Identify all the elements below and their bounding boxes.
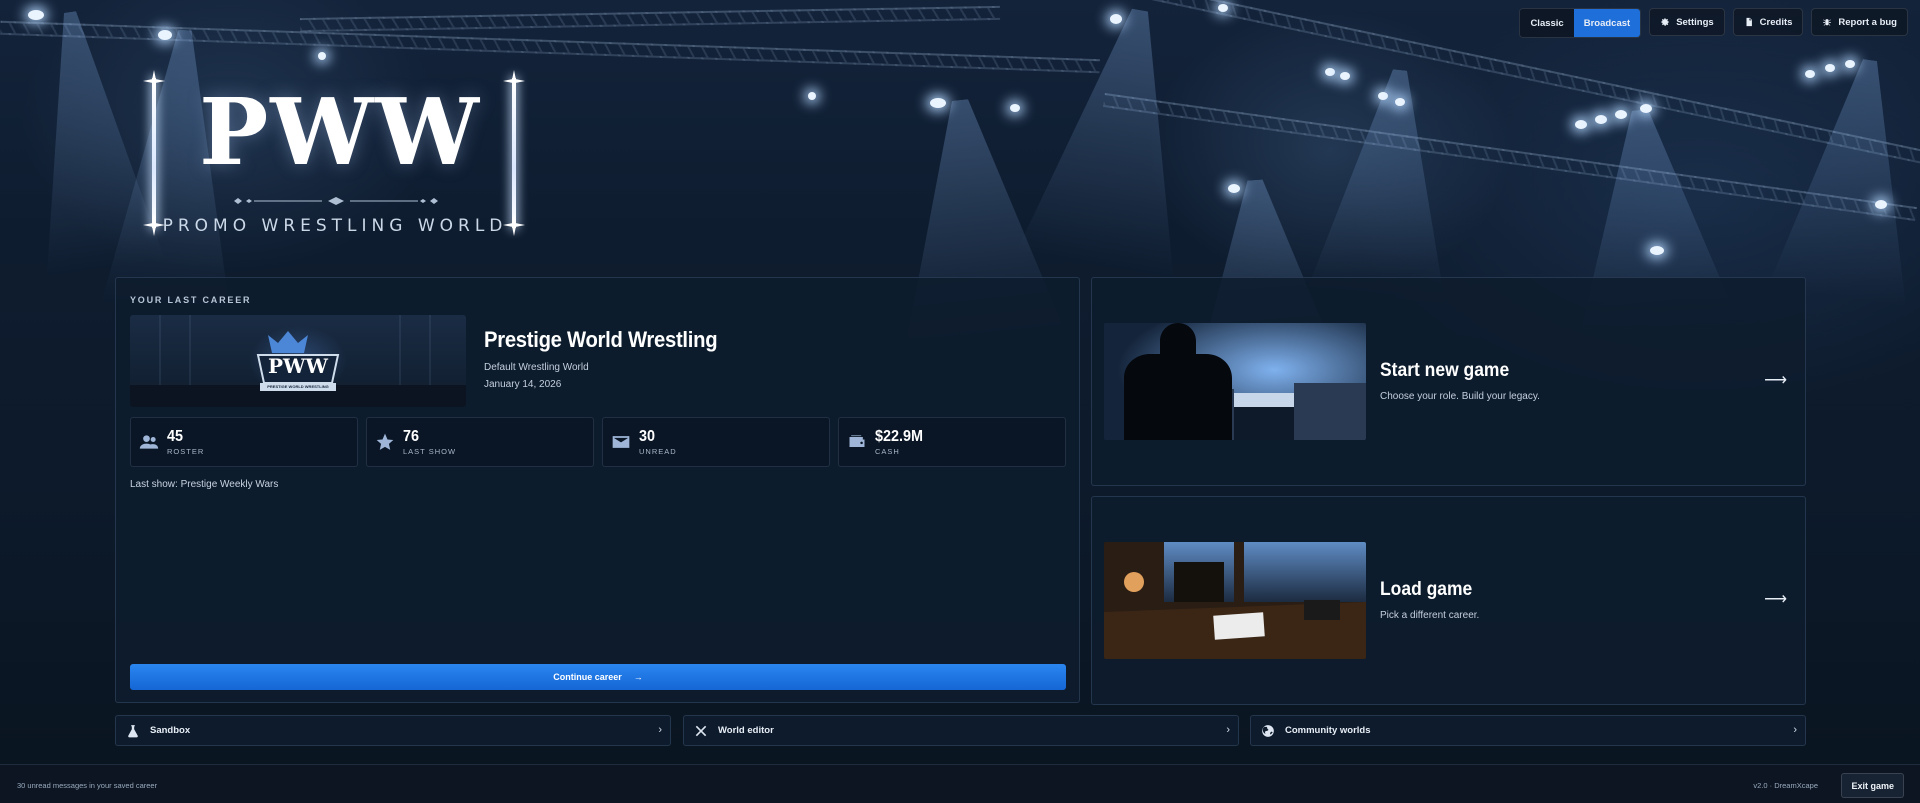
report-bug-label: Report a bug <box>1838 16 1897 28</box>
chevron-right-icon: › <box>1226 724 1230 736</box>
stat-value: 76 <box>403 427 420 445</box>
logo-pillar-right <box>512 78 516 228</box>
exit-game-button[interactable]: Exit game <box>1841 773 1904 798</box>
stat-unread: 30 UNREAD <box>602 417 830 467</box>
stat-value: 30 <box>639 427 656 445</box>
flask-icon <box>128 724 138 737</box>
start-new-game-title: Start new game <box>1380 360 1510 381</box>
career-date: January 14, 2026 <box>484 379 562 390</box>
sandbox-button[interactable]: Sandbox › <box>115 715 671 746</box>
sparkle-icon <box>503 70 525 92</box>
theme-broadcast-button[interactable]: Broadcast <box>1573 9 1641 37</box>
star-icon <box>376 433 394 450</box>
career-title: Prestige World Wrestling <box>484 327 718 352</box>
arrow-right-icon: → <box>633 672 643 682</box>
promotion-logo-mark: PWW <box>268 354 328 378</box>
mail-icon <box>612 436 630 448</box>
stat-label: UNREAD <box>639 447 677 457</box>
top-bar: Classic Broadcast Settings Credits Repor… <box>1519 8 1908 38</box>
sandbox-label: Sandbox <box>150 725 191 736</box>
settings-label: Settings <box>1676 16 1714 28</box>
community-worlds-label: Community worlds <box>1285 725 1371 736</box>
last-career-heading: YOUR LAST CAREER <box>130 295 252 305</box>
theme-classic-button[interactable]: Classic <box>1520 9 1574 37</box>
chevron-right-icon: › <box>658 724 662 736</box>
bug-icon <box>1823 19 1832 26</box>
stat-value: 45 <box>167 427 184 445</box>
load-game-image <box>1104 542 1366 659</box>
credits-button[interactable]: Credits <box>1732 8 1804 36</box>
stat-last-show: 76 LAST SHOW <box>366 417 594 467</box>
load-game-card[interactable]: Load game Pick a different career. ⟶ <box>1091 496 1806 705</box>
career-thumbnail: PWW PRESTIGE WORLD WRESTLING <box>130 315 466 407</box>
career-stats: 45 ROSTER 76 LAST SHOW 30 UNREAD $22.9M … <box>130 417 1066 467</box>
community-worlds-button[interactable]: Community worlds › <box>1250 715 1806 746</box>
sparkle-icon <box>143 70 165 92</box>
globe-icon <box>1262 724 1274 737</box>
stat-value: $22.9M <box>875 427 924 445</box>
load-game-description: Pick a different career. <box>1380 610 1480 621</box>
arrow-right-icon: ⟶ <box>1764 591 1787 608</box>
version-label: v2.0 · DreamXcape <box>1753 781 1818 790</box>
chevron-right-icon: › <box>1793 724 1797 736</box>
report-bug-button[interactable]: Report a bug <box>1811 8 1908 36</box>
footer: 30 unread messages in your saved career … <box>0 764 1920 803</box>
stat-roster: 45 ROSTER <box>130 417 358 467</box>
wallet-icon <box>849 435 865 447</box>
arrow-right-icon: ⟶ <box>1764 372 1787 389</box>
start-new-game-description: Choose your role. Build your legacy. <box>1380 391 1540 402</box>
start-new-game-image <box>1104 323 1366 440</box>
users-icon <box>139 435 159 449</box>
credits-label: Credits <box>1759 16 1793 28</box>
theme-toggle: Classic Broadcast <box>1519 8 1642 38</box>
career-world: Default Wrestling World <box>484 362 589 373</box>
continue-career-label: Continue career <box>553 672 622 682</box>
logo-mark: PWW <box>199 78 481 186</box>
settings-button[interactable]: Settings <box>1649 8 1725 36</box>
document-icon <box>1746 17 1752 27</box>
stat-label: CASH <box>875 447 900 457</box>
gear-icon <box>1661 18 1669 26</box>
tools-icon <box>695 725 707 736</box>
stat-cash: $22.9M CASH <box>838 417 1066 467</box>
world-editor-label: World editor <box>718 725 774 736</box>
game-logo: PWW PROMO WRESTLING WORLD <box>140 70 530 238</box>
load-game-title: Load game <box>1380 579 1473 600</box>
stat-label: ROSTER <box>167 447 205 457</box>
last-career-panel: YOUR LAST CAREER PWW PRESTIGE WORLD WRES… <box>115 277 1080 703</box>
logo-subtitle: PROMO WRESTLING WORLD <box>162 216 508 236</box>
world-editor-button[interactable]: World editor › <box>683 715 1239 746</box>
promotion-logo-banner: PRESTIGE WORLD WRESTLING <box>267 384 329 389</box>
logo-pillar-left <box>152 78 156 228</box>
logo-divider <box>234 197 438 205</box>
last-show-text: Last show: Prestige Weekly Wars <box>130 479 279 490</box>
stat-label: LAST SHOW <box>403 447 457 457</box>
footer-status: 30 unread messages in your saved career <box>17 781 158 790</box>
start-new-game-card[interactable]: Start new game Choose your role. Build y… <box>1091 277 1806 486</box>
continue-career-button[interactable]: Continue career → <box>130 664 1066 690</box>
